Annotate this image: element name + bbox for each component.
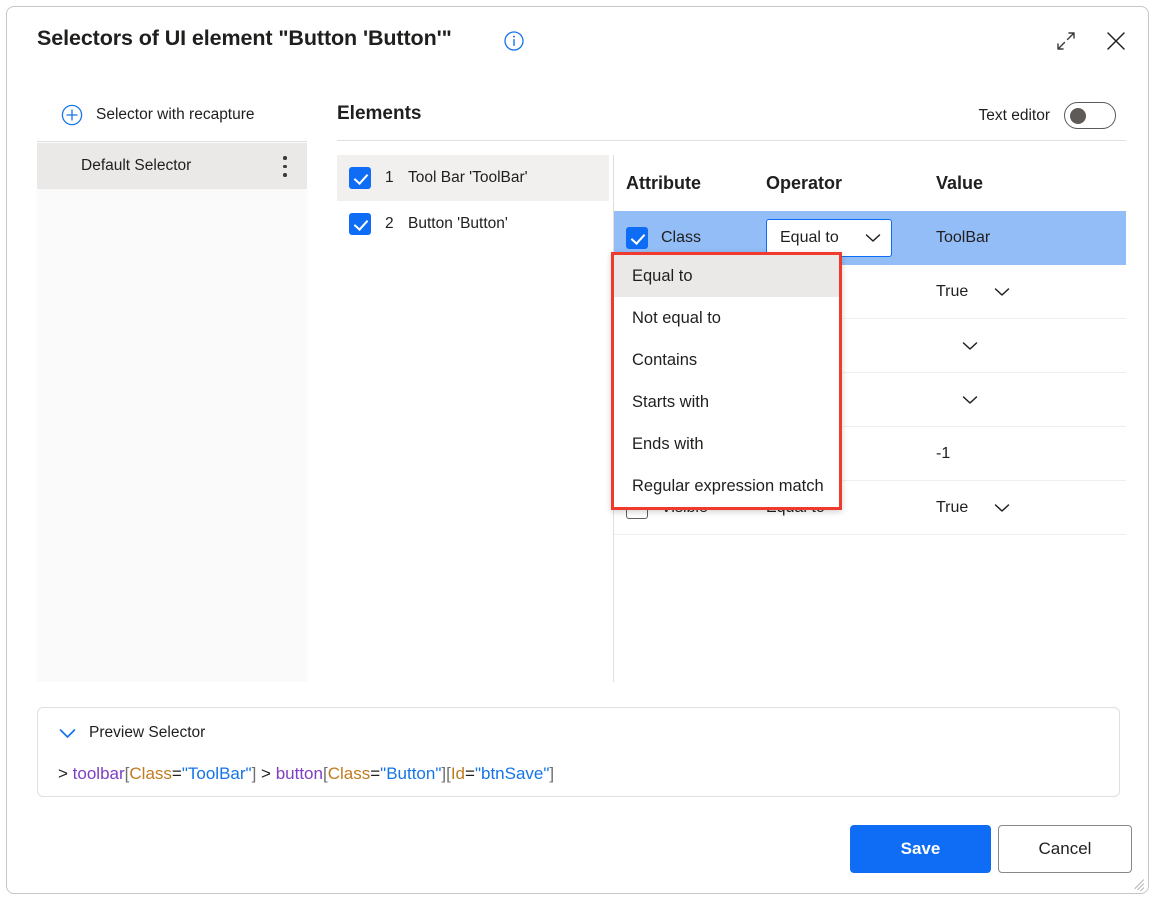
preview-selector-title: Preview Selector	[89, 724, 205, 742]
selectors-dialog: Selectors of UI element "Button 'Button'…	[6, 6, 1149, 894]
text-editor-toggle-group: Text editor	[978, 102, 1116, 129]
operator-dropdown-list[interactable]: Equal to Not equal to Contains Starts wi…	[611, 252, 842, 510]
value-text: True	[936, 283, 968, 301]
header-divider	[337, 140, 1126, 141]
plus-circle-icon	[61, 104, 83, 126]
selector-value-3: "btnSave"	[475, 764, 549, 783]
dropdown-option-regex-match[interactable]: Regular expression match	[614, 465, 839, 507]
column-header-operator: Operator	[766, 173, 936, 194]
dropdown-option-starts-with[interactable]: Starts with	[614, 381, 839, 423]
selector-attr-1: Class	[129, 764, 172, 783]
preview-selector-toggle[interactable]: Preview Selector	[59, 724, 205, 742]
selector-attr-2: Class	[328, 764, 371, 783]
expand-icon[interactable]	[1055, 30, 1077, 52]
sidebar-item-default-selector[interactable]: Default Selector	[37, 143, 307, 189]
toggle-knob	[1070, 108, 1086, 124]
element-index: 1	[385, 169, 399, 187]
elements-heading: Elements	[337, 103, 421, 125]
sidebar-item-label: Default Selector	[81, 157, 191, 175]
dropdown-option-contains[interactable]: Contains	[614, 339, 839, 381]
info-icon[interactable]	[504, 31, 524, 51]
dropdown-option-not-equal-to[interactable]: Not equal to	[614, 297, 839, 339]
resize-grip-icon[interactable]	[1132, 877, 1144, 889]
elements-list: 1 Tool Bar 'ToolBar' 2 Button 'Button'	[337, 155, 609, 247]
chevron-down-icon[interactable]	[962, 341, 978, 351]
list-item[interactable]: 2 Button 'Button'	[337, 201, 609, 247]
element-checkbox[interactable]	[349, 213, 371, 235]
row-attribute-cell: Class	[614, 227, 766, 249]
value-text: True	[936, 499, 968, 517]
page-title: Selectors of UI element "Button 'Button'…	[37, 26, 452, 51]
text-editor-label: Text editor	[978, 107, 1050, 125]
attribute-name: Class	[661, 229, 701, 247]
selector-attr-3: Id	[451, 764, 465, 783]
dropdown-option-equal-to[interactable]: Equal to	[614, 255, 839, 297]
element-label: Tool Bar 'ToolBar'	[408, 169, 528, 187]
chevron-down-icon[interactable]	[994, 503, 1010, 513]
preview-selector-panel: Preview Selector > toolbar[Class="ToolBa…	[37, 707, 1120, 797]
column-header-attribute: Attribute	[614, 173, 766, 194]
element-index: 2	[385, 215, 399, 233]
selector-with-recapture-button[interactable]: Selector with recapture	[37, 88, 307, 142]
selector-value-1: "ToolBar"	[182, 764, 252, 783]
selector-with-recapture-label: Selector with recapture	[96, 106, 255, 124]
element-label: Button 'Button'	[408, 215, 508, 233]
close-icon[interactable]	[1104, 29, 1128, 53]
attribute-checkbox[interactable]	[626, 227, 648, 249]
row-value-cell[interactable]: True	[936, 283, 1126, 301]
selector-prefix: >	[58, 764, 68, 783]
row-value-cell[interactable]: ToolBar	[936, 229, 1126, 247]
value-text: ToolBar	[936, 229, 990, 247]
dropdown-option-ends-with[interactable]: Ends with	[614, 423, 839, 465]
selectors-sidebar: Selector with recapture Default Selector	[37, 88, 307, 682]
list-item[interactable]: 1 Tool Bar 'ToolBar'	[337, 155, 609, 201]
value-text: -1	[936, 445, 950, 463]
row-value-cell[interactable]	[936, 341, 1126, 351]
preview-selector-code: > toolbar[Class="ToolBar"] > button[Clas…	[58, 764, 554, 784]
selector-value-2: "Button"	[380, 764, 441, 783]
column-header-value: Value	[936, 173, 1126, 194]
operator-selected-value: Equal to	[780, 229, 839, 247]
save-button[interactable]: Save	[850, 825, 991, 873]
chevron-down-icon[interactable]	[962, 395, 978, 405]
row-value-cell[interactable]: -1	[936, 445, 1126, 463]
selector-tag-1: toolbar	[73, 764, 125, 783]
selector-combinator: >	[261, 764, 271, 783]
chevron-down-icon	[865, 233, 881, 243]
selector-tag-2: button	[276, 764, 323, 783]
kebab-menu-icon[interactable]	[283, 156, 288, 177]
cancel-button[interactable]: Cancel	[998, 825, 1132, 873]
element-checkbox[interactable]	[349, 167, 371, 189]
dialog-titlebar: Selectors of UI element "Button 'Button'…	[7, 7, 1148, 73]
chevron-down-icon[interactable]	[994, 287, 1010, 297]
row-value-cell[interactable]	[936, 395, 1126, 405]
chevron-down-icon	[59, 728, 76, 739]
table-header-row: Attribute Operator Value	[614, 155, 1126, 211]
text-editor-toggle[interactable]	[1064, 102, 1116, 129]
row-value-cell[interactable]: True	[936, 499, 1126, 517]
